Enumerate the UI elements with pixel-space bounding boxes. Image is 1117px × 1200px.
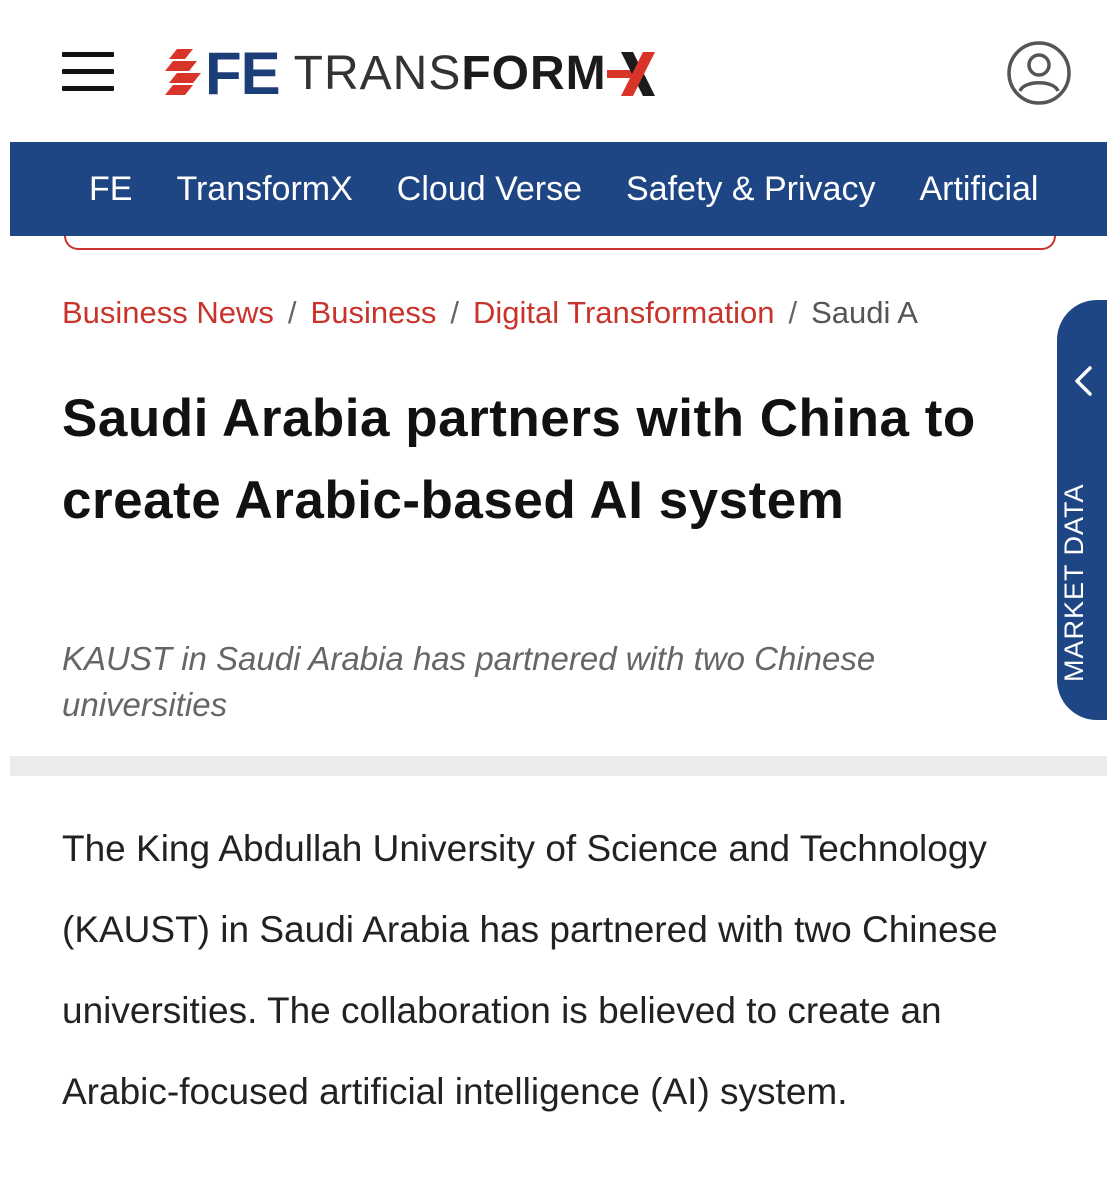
logo-x-mark-icon [606, 52, 655, 96]
breadcrumb-business-news[interactable]: Business News [62, 295, 274, 331]
main-nav: FE TransformX Cloud Verse Safety & Priva… [10, 142, 1107, 236]
nav-list: FE TransformX Cloud Verse Safety & Priva… [89, 142, 1082, 236]
logo-form: FORM [461, 47, 607, 100]
hamburger-menu-icon[interactable] [62, 52, 114, 92]
breadcrumb-digital-transformation[interactable]: Digital Transformation [473, 295, 775, 331]
menu-bar [62, 69, 114, 74]
menu-bar [62, 86, 114, 91]
market-data-tab[interactable]: MARKET DATA [1057, 300, 1107, 720]
logo-fe-text: FE [205, 40, 281, 107]
article-title: Saudi Arabia partners with China to crea… [62, 389, 976, 530]
nav-divider [64, 236, 1056, 250]
breadcrumb-business[interactable]: Business [311, 295, 437, 331]
nav-item-artificial[interactable]: Artificial [919, 170, 1038, 209]
site-header: FE TRANS FORM [0, 0, 1117, 142]
site-logo[interactable]: FE TRANS FORM [163, 44, 661, 104]
nav-item-safety-privacy[interactable]: Safety & Privacy [626, 170, 875, 209]
breadcrumb: Business News / Business / Digital Trans… [62, 292, 1057, 334]
market-data-label: MARKET DATA [1059, 483, 1089, 682]
ad-divider [10, 756, 1107, 776]
nav-item-fe[interactable]: FE [89, 170, 132, 209]
menu-bar [62, 52, 114, 57]
user-profile-icon[interactable] [1006, 40, 1072, 106]
fe-logo-mark-icon [165, 49, 201, 95]
breadcrumb-current: Saudi A [811, 295, 918, 330]
logo-trans: TRANS [293, 47, 462, 100]
breadcrumb-separator: / [287, 295, 297, 330]
breadcrumb-separator: / [788, 295, 798, 330]
nav-item-transformx[interactable]: TransformX [176, 170, 352, 209]
logo-transform-text: TRANS FORM [294, 44, 607, 104]
nav-item-cloud-verse[interactable]: Cloud Verse [397, 170, 582, 209]
breadcrumb-separator: / [450, 295, 459, 330]
article-body: The King Abdullah University of Science … [62, 828, 998, 1112]
article-subtitle: KAUST in Saudi Arabia has partnered with… [62, 640, 876, 723]
chevron-left-icon [1075, 366, 1092, 396]
